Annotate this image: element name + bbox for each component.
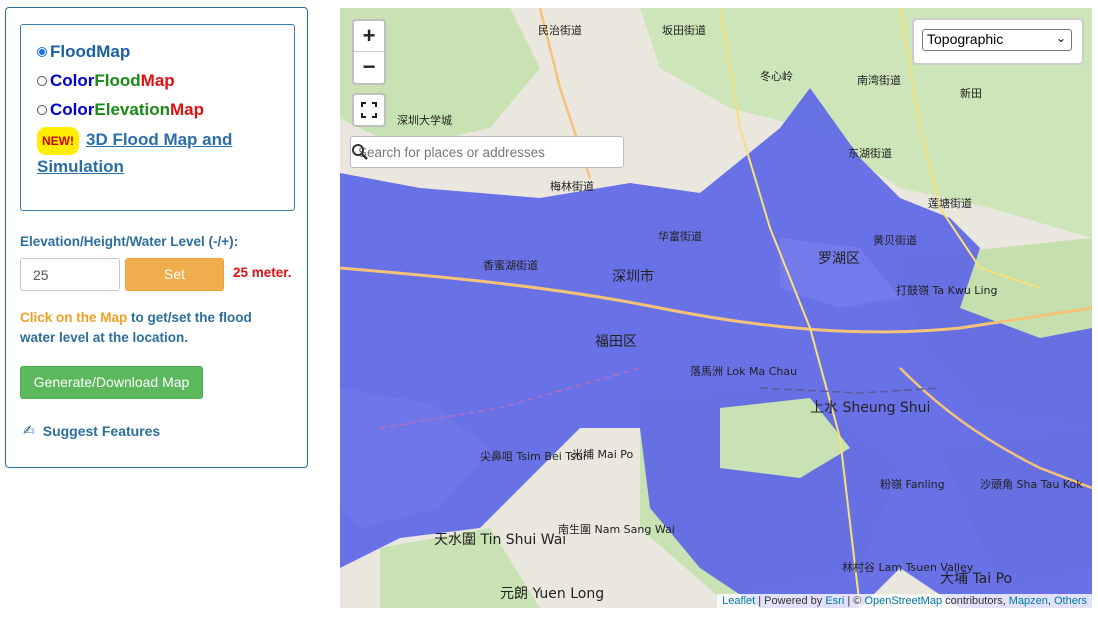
map-label: 华富街道 xyxy=(658,230,702,243)
map-label: 尖鼻咀 Tsim Bei Tsui xyxy=(480,450,586,463)
writing-hand-icon: ✍ xyxy=(23,422,35,438)
others-link[interactable]: Others xyxy=(1054,595,1087,607)
floodmap-radio[interactable] xyxy=(37,47,47,57)
chevron-down-icon: ⌄ xyxy=(1055,31,1066,45)
mode-floodmap-label: FloodMap xyxy=(50,42,131,61)
map-label: 东湖街道 xyxy=(848,147,892,160)
basemap-select-value: Topographic xyxy=(927,31,1004,47)
map-label: 黄贝街道 xyxy=(873,234,917,247)
map-mode-selector: FloodMap Color Flood Map Color Elevation M… xyxy=(20,24,295,211)
color-elevationmap-prefix: Color xyxy=(50,100,95,119)
map-label: 大埔 Tai Po xyxy=(940,571,1013,587)
attribution-text: | Powered by xyxy=(755,595,826,607)
level-label: Elevation/Height/Water Level (-/+): xyxy=(20,234,239,249)
map-label: 打鼓嶺 Ta Kwu Ling xyxy=(896,284,998,297)
attribution-text: | © xyxy=(844,595,865,607)
map-label: 南生圍 Nam Sang Wai xyxy=(558,523,675,536)
flood-map[interactable]: 民治街道 坂田街道 冬心岭 南湾街道 新田 深圳大学城 东湖街道 梅林街道 莲塘… xyxy=(340,8,1092,608)
zoom-in-button[interactable]: + xyxy=(354,21,384,51)
map-label: 米埔 Mai Po xyxy=(572,448,634,461)
suggest-features-label: Suggest Features xyxy=(42,422,161,439)
map-label: 深圳市 xyxy=(612,269,654,285)
search-icon[interactable] xyxy=(351,143,369,161)
fullscreen-button[interactable] xyxy=(352,93,386,127)
color-elevationmap-elevation: Elevation xyxy=(94,100,170,119)
place-search-box[interactable]: Search for places or addresses xyxy=(350,136,624,168)
map-label: 沙頭角 Sha Tau Kok xyxy=(980,478,1083,491)
leaflet-link[interactable]: Leaflet xyxy=(722,595,755,607)
map-label: 落馬洲 Lok Ma Chau xyxy=(690,365,798,378)
mapzen-link[interactable]: Mapzen xyxy=(1009,595,1048,607)
map-label: 上水 Sheung Shui xyxy=(810,400,931,416)
level-display: 25 meter. xyxy=(233,265,292,280)
mode-floodmap[interactable]: FloodMap xyxy=(37,42,130,62)
map-label: 深圳大学城 xyxy=(397,114,452,127)
fullscreen-icon xyxy=(361,102,377,118)
control-panel: FloodMap Color Flood Map Color Elevation M… xyxy=(5,7,308,468)
map-label: 新田 xyxy=(960,87,982,100)
map-label: 天水圍 Tin Shui Wai xyxy=(434,532,567,548)
map-attribution: Leaflet | Powered by Esri | © OpenStreet… xyxy=(717,594,1092,608)
color-floodmap-radio[interactable] xyxy=(37,76,47,86)
generate-download-button[interactable]: Generate/Download Map xyxy=(20,366,203,399)
flood-3d-row: NEW! 3D Flood Map and Simulation xyxy=(37,127,282,180)
basemap-control: Topographic ⌄ xyxy=(912,18,1084,65)
color-elevationmap-map: Map xyxy=(169,100,204,119)
map-label: 香蜜湖街道 xyxy=(483,259,538,272)
zoom-out-button[interactable]: − xyxy=(354,51,384,82)
suggest-features-link[interactable]: ✍ Suggest Features xyxy=(23,422,160,439)
esri-link[interactable]: Esri xyxy=(825,595,844,607)
map-label: 冬心岭 xyxy=(760,70,793,83)
map-label: 莲塘街道 xyxy=(928,197,972,210)
map-label: 民治街道 xyxy=(538,24,582,37)
osm-link[interactable]: OpenStreetMap xyxy=(864,595,942,607)
map-label: 元朗 Yuen Long xyxy=(500,586,605,602)
map-click-hint: Click on the Map to get/set the flood wa… xyxy=(20,308,290,348)
map-label: 福田区 xyxy=(595,334,637,350)
color-elevationmap-radio[interactable] xyxy=(37,105,47,115)
new-badge: NEW! xyxy=(37,127,79,155)
map-label: 粉嶺 Fanling xyxy=(880,478,945,491)
basemap-select[interactable]: Topographic ⌄ xyxy=(922,29,1072,51)
map-label: 梅林街道 xyxy=(550,180,594,193)
map-label: 坂田街道 xyxy=(662,24,706,37)
attribution-text: contributors, xyxy=(942,595,1009,607)
water-level-input[interactable] xyxy=(20,258,120,291)
color-floodmap-flood: Flood xyxy=(94,71,141,90)
mode-color-elevationmap[interactable]: Color Elevation Map xyxy=(37,100,204,120)
color-floodmap-map: Map xyxy=(140,71,175,90)
mode-color-floodmap[interactable]: Color Flood Map xyxy=(37,71,175,91)
zoom-control: + − xyxy=(352,19,386,85)
hint-highlight: Click on the Map xyxy=(20,310,128,325)
map-label: 罗湖区 xyxy=(818,251,860,267)
search-input[interactable]: Search for places or addresses xyxy=(358,145,545,160)
color-floodmap-prefix: Color xyxy=(50,71,95,90)
map-label: 南湾街道 xyxy=(857,74,901,87)
set-button[interactable]: Set xyxy=(125,258,224,291)
